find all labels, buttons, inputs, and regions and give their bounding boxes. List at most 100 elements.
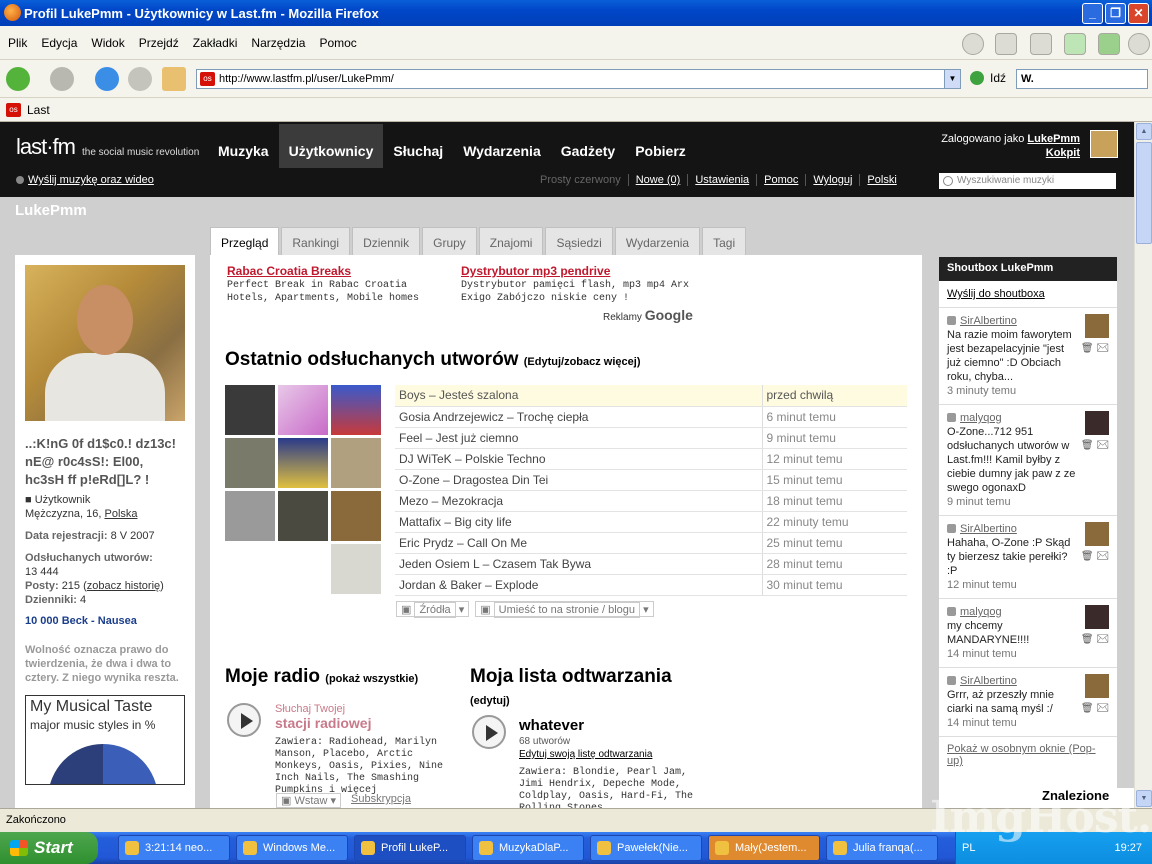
- stop-icon[interactable]: [128, 67, 152, 91]
- theme-link[interactable]: Prosty czerwony: [533, 174, 629, 186]
- recent-track-name[interactable]: Gosia Andrzejewicz – Trochę ciepła: [395, 406, 762, 428]
- recent-track-name[interactable]: O-Zone – Dragostea Din Tei: [395, 469, 762, 491]
- shout-avatar[interactable]: [1085, 314, 1109, 338]
- start-button[interactable]: Start: [0, 832, 98, 864]
- artist-thumb[interactable]: [225, 438, 275, 488]
- help-link[interactable]: Pomoc: [757, 174, 807, 186]
- artist-thumb[interactable]: [225, 385, 275, 435]
- message-icon[interactable]: ✉: [1096, 343, 1109, 354]
- posts-history-link[interactable]: zobacz historię: [87, 580, 160, 592]
- recent-track-row[interactable]: O-Zone – Dragostea Din Tei 15 minut temu: [395, 469, 907, 491]
- recent-track-row[interactable]: Gosia Andrzejewicz – Trochę ciepła 6 minu…: [395, 406, 907, 428]
- recent-track-row[interactable]: DJ WiTeK – Polskie Techno 12 minut temu: [395, 448, 907, 470]
- delete-icon[interactable]: 🗑: [1081, 440, 1094, 451]
- add-icon[interactable]: [1064, 33, 1086, 55]
- artist-thumb[interactable]: [331, 544, 381, 594]
- recent-track-name[interactable]: Eric Prydz – Call On Me: [395, 532, 762, 554]
- maximize-button[interactable]: ❐: [1105, 3, 1126, 24]
- tab-events[interactable]: Wydarzenia: [614, 227, 701, 255]
- feed-button[interactable]: ▣ Źródła ▾: [396, 601, 470, 618]
- recent-track-row[interactable]: Mattafix – Big city life 22 minuty temu: [395, 511, 907, 533]
- recent-track-row[interactable]: Feel – Jest już ciemno 9 minut temu: [395, 427, 907, 449]
- ad-1-title[interactable]: Rabac Croatia Breaks: [227, 264, 452, 279]
- playlist-edit-own-link[interactable]: Edytuj swoją listę odtwarzania: [519, 749, 652, 760]
- message-icon[interactable]: ✉: [1096, 551, 1109, 562]
- delete-icon[interactable]: 🗑: [1081, 551, 1094, 562]
- clipboard-icon[interactable]: [1030, 33, 1052, 55]
- shoutbox-popup-link[interactable]: Pokaż w osobnym oknie (Pop-up): [939, 737, 1117, 773]
- download-icon[interactable]: [1098, 33, 1120, 55]
- artist-thumb[interactable]: [278, 438, 328, 488]
- nav-events[interactable]: Wydarzenia: [453, 124, 551, 168]
- delete-icon[interactable]: 🗑: [1081, 634, 1094, 645]
- recent-track-row[interactable]: Boys – Jesteś szalona przed chwilą: [395, 385, 907, 407]
- tab-neighbours[interactable]: Sąsiedzi: [545, 227, 613, 255]
- task-item[interactable]: Pawełek(Nie...: [590, 835, 702, 861]
- task-item[interactable]: MuzykaDlaP...: [472, 835, 584, 861]
- reload-icon[interactable]: [95, 67, 119, 91]
- recent-track-name[interactable]: Mezo – Mezokracja: [395, 490, 762, 512]
- message-icon[interactable]: ✉: [1096, 440, 1109, 451]
- nav-gadgets[interactable]: Gadżety: [551, 124, 625, 168]
- recent-tracks-edit-link[interactable]: (Edytuj/zobacz więcej): [524, 356, 641, 368]
- radio-insert-button[interactable]: ▣ Wstaw ▾: [276, 793, 342, 808]
- task-item[interactable]: Profil LukeP...: [354, 835, 466, 861]
- dashboard-link[interactable]: Kokpit: [1046, 147, 1080, 159]
- tab-friends[interactable]: Znajomi: [478, 227, 544, 255]
- embed-button[interactable]: ▣ Umieść to na stronie / blogu ▾: [475, 601, 654, 618]
- nav-users[interactable]: Użytkownicy: [278, 124, 384, 168]
- menu-view[interactable]: Widok: [91, 36, 124, 50]
- menu-file[interactable]: Plik: [8, 36, 27, 50]
- task-item[interactable]: Mały(Jestem...: [708, 835, 820, 861]
- artist-thumb[interactable]: [331, 385, 381, 435]
- recent-track-name[interactable]: DJ WiTeK – Polskie Techno: [395, 448, 762, 470]
- radio-show-all-link[interactable]: (pokaż wszystkie): [325, 673, 418, 685]
- url-dropdown-icon[interactable]: ▼: [944, 70, 960, 88]
- profile-country-link[interactable]: Polska: [104, 508, 137, 520]
- nav-listen[interactable]: Słuchaj: [383, 124, 453, 168]
- search-engine-box[interactable]: W.: [1016, 69, 1148, 89]
- menu-help[interactable]: Pomoc: [319, 36, 356, 50]
- recent-track-name[interactable]: Feel – Jest już ciemno: [395, 427, 762, 449]
- language-indicator[interactable]: PL: [962, 842, 975, 854]
- settings-link[interactable]: Ustawienia: [688, 174, 758, 186]
- recent-track-row[interactable]: Jeden Osiem L – Czasem Tak Bywa 28 minut …: [395, 553, 907, 575]
- menu-bookmarks[interactable]: Zakładki: [193, 36, 238, 50]
- message-icon[interactable]: ✉: [1096, 634, 1109, 645]
- minimize-button[interactable]: _: [1082, 3, 1103, 24]
- task-item[interactable]: Windows Me...: [236, 835, 348, 861]
- shout-avatar[interactable]: [1085, 522, 1109, 546]
- artist-thumb[interactable]: [331, 438, 381, 488]
- logged-user-link[interactable]: LukePmm: [1027, 133, 1080, 145]
- artist-thumb[interactable]: [278, 385, 328, 435]
- tab-journal[interactable]: Dziennik: [352, 227, 421, 255]
- shout-avatar[interactable]: [1085, 674, 1109, 698]
- new-messages-link[interactable]: Nowe (0): [629, 174, 689, 186]
- radio-subscribe-link[interactable]: Subskrypcja: [351, 793, 411, 808]
- copy-icon[interactable]: [995, 33, 1017, 55]
- playlist-name[interactable]: whatever: [519, 717, 584, 734]
- close-button[interactable]: ✕: [1128, 3, 1149, 24]
- artist-thumb[interactable]: [225, 491, 275, 541]
- recent-track-name[interactable]: Jordan & Baker – Explode: [395, 574, 762, 596]
- task-item[interactable]: 3:21:14 neo...: [118, 835, 230, 861]
- nav-download[interactable]: Pobierz: [625, 124, 696, 168]
- nav-music[interactable]: Muzyka: [208, 124, 279, 168]
- home-icon[interactable]: [162, 67, 186, 91]
- ad-2-title[interactable]: Dystrybutor mp3 pendrive: [461, 264, 696, 279]
- scroll-thumb[interactable]: [1136, 142, 1152, 244]
- upload-music-link[interactable]: Wyślij muzykę oraz wideo: [16, 174, 154, 186]
- task-item[interactable]: Julia franqa(...: [826, 835, 938, 861]
- scroll-up-icon[interactable]: ▲: [1136, 123, 1152, 140]
- logout-link[interactable]: Wyloguj: [806, 174, 861, 186]
- shout-avatar[interactable]: [1085, 605, 1109, 629]
- recent-track-row[interactable]: Jordan & Baker – Explode 30 minut temu: [395, 574, 907, 596]
- message-icon[interactable]: ✉: [1096, 703, 1109, 714]
- menu-tools[interactable]: Narzędzia: [251, 36, 305, 50]
- delete-icon[interactable]: 🗑: [1081, 703, 1094, 714]
- recent-track-name[interactable]: Mattafix – Big city life: [395, 511, 762, 533]
- go-button[interactable]: Idź: [970, 71, 1006, 85]
- tab-overview[interactable]: Przegląd: [210, 227, 280, 255]
- ads-by-google[interactable]: Reklamy Google: [603, 307, 693, 323]
- clock-icon[interactable]: [962, 33, 984, 55]
